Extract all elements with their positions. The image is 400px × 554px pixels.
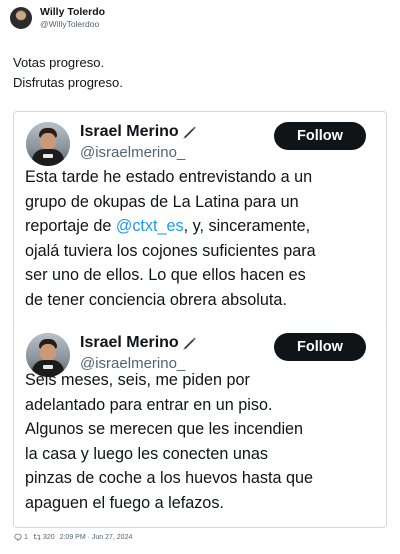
author-name[interactable]: Israel Merino bbox=[80, 334, 179, 352]
tweet-text-line: de tener conciencia obrera absoluta. bbox=[25, 290, 287, 309]
tweet-text-line: Disfrutas progreso. bbox=[13, 75, 123, 90]
author-handle[interactable]: @israelmerino_ bbox=[80, 144, 197, 161]
tweet-text-line: Seis meses, seis, me piden por bbox=[25, 371, 250, 389]
outer-author: Willy Tolerdo @WillyTolerdoo bbox=[40, 6, 105, 29]
outer-tweet-header: Willy Tolerdo @WillyTolerdoo bbox=[10, 6, 105, 29]
tweet-text-line: apaguen el fuego a lefazos. bbox=[25, 493, 224, 512]
retweet-icon bbox=[33, 534, 41, 540]
embedded-author: Israel Merino @israelmerino_ bbox=[80, 123, 197, 161]
avatar[interactable] bbox=[10, 7, 32, 29]
tweet-text-line: Votas progreso. bbox=[13, 55, 105, 70]
embedded-tweet-text: Esta tarde he estado entrevistando a un … bbox=[25, 165, 376, 313]
author-handle[interactable]: @WillyTolerdoo bbox=[40, 19, 105, 29]
tweet-text-line: ojalá tuviera los cojones suficientes pa… bbox=[25, 241, 316, 260]
author-name[interactable]: Israel Merino bbox=[80, 123, 179, 141]
fountain-pen-icon bbox=[182, 126, 196, 139]
tweet-text-line: adelantado para entrar en un piso. bbox=[25, 395, 273, 414]
reply-icon bbox=[14, 533, 22, 541]
embedded-tweet-text: Seis meses, seis, me piden por adelantad… bbox=[25, 368, 376, 516]
follow-button[interactable]: Follow bbox=[274, 333, 366, 361]
tweet-text-line: pinzas de coche a los huevos hasta que bbox=[25, 469, 313, 488]
avatar[interactable] bbox=[26, 122, 70, 166]
author-name[interactable]: Willy Tolerdo bbox=[40, 6, 105, 19]
reply-stat[interactable]: 1 bbox=[14, 533, 28, 541]
fountain-pen-icon bbox=[182, 337, 196, 350]
follow-button[interactable]: Follow bbox=[274, 122, 366, 150]
tweet-text-line: la casa y luego les conecten unas bbox=[25, 444, 268, 463]
embedded-tweet: Israel Merino @israelmerino_ Follow Esta… bbox=[13, 111, 387, 325]
embedded-author: Israel Merino @israelmerino_ bbox=[80, 334, 197, 372]
embedded-tweet: Israel Merino @israelmerino_ Follow Seis… bbox=[13, 323, 387, 528]
retweet-count: 320 bbox=[42, 533, 55, 541]
tweet-text-line: Algunos se merecen que les incendien bbox=[25, 420, 304, 439]
reply-count: 1 bbox=[24, 533, 28, 541]
outer-tweet-text: Votas progreso. Disfrutas progreso. bbox=[13, 53, 123, 93]
text-segment: reportaje de bbox=[25, 217, 116, 236]
retweet-stat[interactable]: 320 bbox=[33, 533, 55, 541]
mention-link[interactable]: @ctxt_es bbox=[116, 217, 184, 235]
tweet-text-line: reportaje de @ctxt_es, y, sinceramente, bbox=[25, 214, 376, 239]
tweet-screenshot: Willy Tolerdo @WillyTolerdoo Votas progr… bbox=[0, 0, 400, 554]
tweet-text-line: Esta tarde he estado entrevistando a un bbox=[25, 168, 313, 186]
tweet-footer: 1 320 2:09 PM · Jun 27, 2024 bbox=[14, 533, 132, 541]
tweet-text-line: ser uno de ellos. Lo que ellos hacen es bbox=[25, 266, 306, 285]
text-segment: , y, sinceramente, bbox=[183, 217, 311, 236]
embedded-tweet-header: Israel Merino @israelmerino_ Follow bbox=[26, 120, 374, 166]
tweet-text-line: grupo de okupas de La Latina para un bbox=[25, 192, 299, 211]
timestamp[interactable]: 2:09 PM · Jun 27, 2024 bbox=[60, 534, 133, 541]
